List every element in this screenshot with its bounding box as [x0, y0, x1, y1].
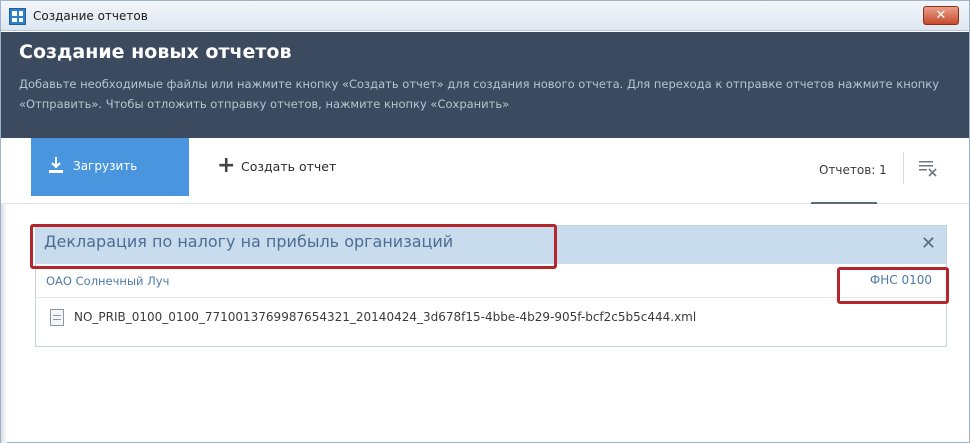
title-bar: Создание отчетов ✕	[1, 1, 969, 31]
file-name: NO_PRIB_0100_0100_7710013769987654321_20…	[74, 310, 697, 324]
report-close-icon[interactable]: ✕	[921, 233, 936, 254]
file-row[interactable]: NO_PRIB_0100_0100_7710013769987654321_20…	[36, 298, 946, 338]
organization-row: ОАО Солнечный Луч ФНС 0100	[36, 264, 946, 298]
report-count-underline	[811, 202, 877, 204]
highlight-fns-code	[837, 267, 949, 304]
plus-icon: +	[217, 153, 236, 178]
organization-name[interactable]: ОАО Солнечный Луч	[46, 274, 169, 288]
filter-clear-icon[interactable]	[918, 159, 938, 177]
window-shadow	[1, 204, 7, 443]
page-title: Создание новых отчетов	[19, 41, 292, 63]
toolbar: Загрузить + Создать отчет Отчетов: 1	[1, 138, 969, 204]
xml-file-icon	[50, 309, 64, 326]
window-close-button[interactable]: ✕	[923, 6, 959, 25]
page-header: Создание новых отчетов Добавьте необходи…	[1, 32, 969, 138]
upload-button-label: Загрузить	[73, 159, 138, 173]
report-count-tab[interactable]: Отчетов: 1	[819, 163, 887, 177]
create-reports-window: Создание отчетов ✕ Создание новых отчето…	[0, 0, 970, 443]
window-title: Создание отчетов	[33, 9, 148, 23]
page-description: Добавьте необходимые файлы или нажмите к…	[19, 77, 940, 111]
create-report-label: Создать отчет	[241, 159, 337, 174]
toolbar-divider	[903, 152, 904, 184]
upload-icon	[49, 157, 63, 173]
upload-button[interactable]: Загрузить	[31, 138, 189, 196]
highlight-report-title	[30, 224, 557, 269]
app-grid-icon	[9, 8, 26, 25]
